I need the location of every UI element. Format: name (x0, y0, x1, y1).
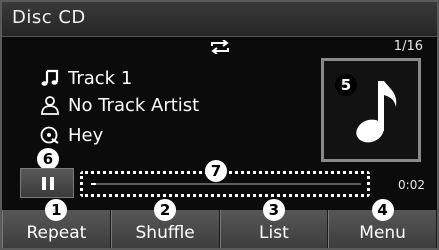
pause-icon (42, 177, 46, 190)
callout-menu: 4 (371, 199, 394, 221)
callout-album-art: 5 (335, 74, 357, 96)
pause-icon-bar (50, 177, 54, 190)
album-title: Hey (68, 124, 104, 146)
elapsed-time: 0:02 (398, 178, 425, 192)
title-bar: Disc CD (2, 2, 437, 37)
repeat-button[interactable]: 1 Repeat (2, 199, 111, 248)
track-row: Track 1 (40, 66, 132, 90)
artist-row: No Track Artist (40, 93, 199, 117)
repeat-label: Repeat (26, 223, 87, 243)
progress-track (91, 183, 361, 185)
callout-progress: 7 (205, 160, 227, 182)
media-screen: Disc CD 1/16 Track 1 No Track Artist Hey (0, 0, 439, 250)
shuffle-label: Shuffle (135, 223, 195, 243)
menu-button[interactable]: 4 Menu (328, 199, 437, 248)
disc-icon (40, 126, 59, 144)
list-label: List (259, 223, 289, 243)
bottom-menu: 1 Repeat 2 Shuffle 3 List 4 Menu (2, 199, 437, 248)
list-button[interactable]: 3 List (219, 199, 329, 248)
pause-button[interactable] (20, 168, 74, 198)
progress-fill (91, 183, 97, 185)
repeat-icon (211, 40, 229, 54)
music-note-icon (41, 69, 59, 86)
album-row: Hey (40, 123, 103, 147)
track-title: Track 1 (68, 67, 133, 89)
person-icon (41, 96, 59, 115)
menu-label: Menu (359, 223, 406, 243)
callout-pause: 6 (37, 148, 59, 170)
callout-list: 3 (262, 199, 285, 221)
callout-repeat: 1 (45, 199, 68, 221)
album-art (321, 58, 421, 162)
shuffle-button[interactable]: 2 Shuffle (110, 199, 220, 248)
screen-title: Disc CD (12, 7, 86, 28)
track-counter: 1/16 (393, 39, 423, 54)
callout-shuffle: 2 (154, 199, 177, 221)
track-artist: No Track Artist (68, 94, 200, 116)
